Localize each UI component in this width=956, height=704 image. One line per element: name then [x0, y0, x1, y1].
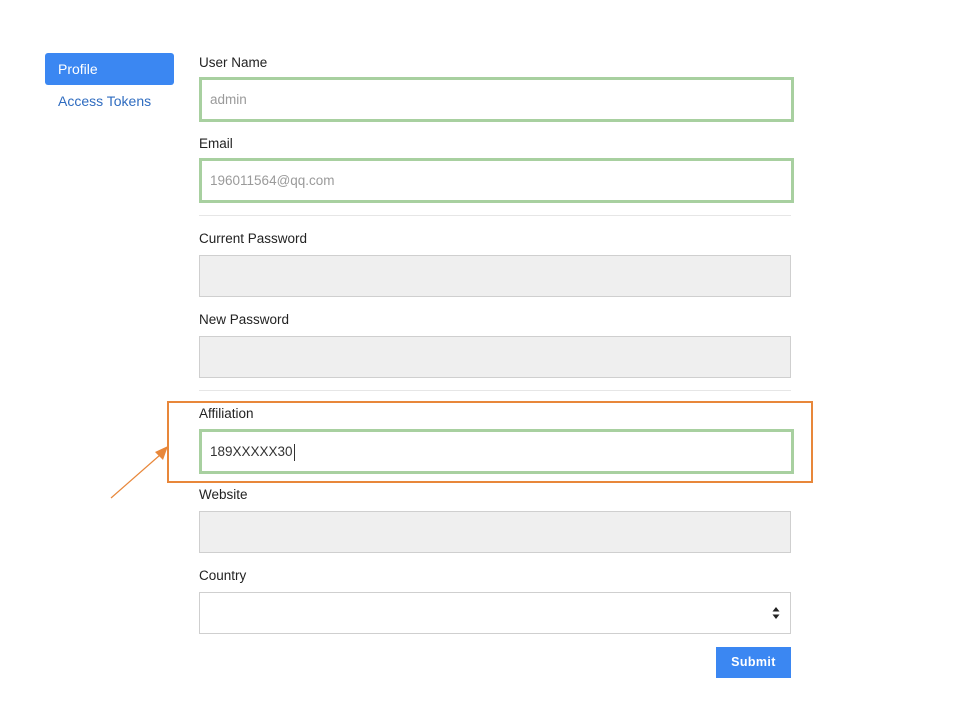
current-password-label: Current Password — [199, 231, 308, 246]
updown-arrows-icon — [772, 607, 780, 619]
profile-settings-page: Profile Access Tokens User Name admin Em… — [0, 0, 956, 704]
affiliation-label: Affiliation — [199, 406, 254, 421]
email-value: 196011564@qq.com — [210, 173, 335, 188]
new-password-field[interactable] — [199, 336, 791, 378]
new-password-label: New Password — [199, 312, 290, 327]
website-field[interactable] — [199, 511, 791, 553]
username-label: User Name — [199, 55, 268, 70]
affiliation-value: 189XXXXX30 — [210, 444, 293, 459]
website-label: Website — [199, 487, 248, 502]
email-label: Email — [199, 136, 233, 151]
settings-sidebar: Profile Access Tokens — [45, 53, 174, 117]
text-cursor — [293, 443, 295, 461]
username-value: admin — [210, 92, 247, 107]
affiliation-field[interactable]: 189XXXXX30 — [199, 429, 794, 474]
submit-button[interactable]: Submit — [716, 647, 791, 678]
country-select[interactable] — [199, 592, 791, 634]
email-field[interactable]: 196011564@qq.com — [199, 158, 794, 203]
sidebar-item-profile[interactable]: Profile — [45, 53, 174, 85]
section-divider — [199, 390, 791, 391]
country-label: Country — [199, 568, 247, 583]
current-password-field[interactable] — [199, 255, 791, 297]
sidebar-item-access-tokens[interactable]: Access Tokens — [45, 85, 174, 117]
username-field[interactable]: admin — [199, 77, 794, 122]
section-divider — [199, 215, 791, 216]
